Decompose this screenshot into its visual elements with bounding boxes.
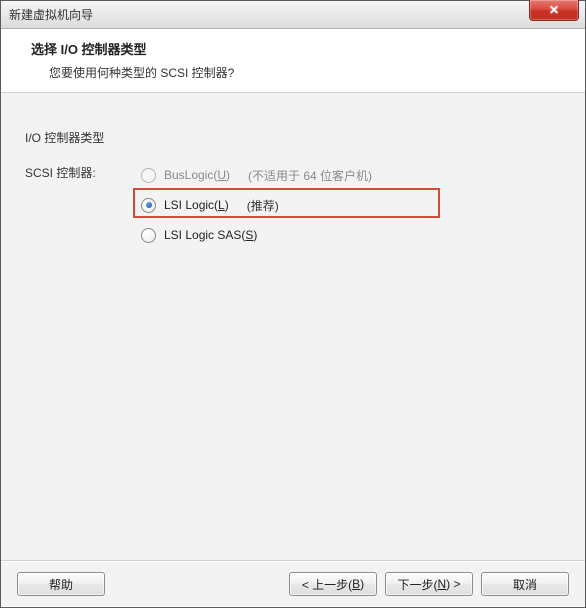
radio-option-buslogic[interactable]: BusLogic(U) (不适用于 64 位客户机): [141, 160, 561, 190]
help-button[interactable]: 帮助: [17, 572, 105, 596]
close-button[interactable]: ✕: [529, 0, 579, 21]
section-title: I/O 控制器类型: [25, 129, 561, 146]
radio-hint: (不适用于 64 位客户机): [248, 167, 372, 184]
next-button[interactable]: 下一步(N) >: [385, 572, 473, 596]
radio-icon: [141, 168, 156, 183]
page-title: 选择 I/O 控制器类型: [31, 39, 565, 58]
back-button[interactable]: < 上一步(B): [289, 572, 377, 596]
scsi-options: BusLogic(U) (不适用于 64 位客户机) LSI Logic(L) …: [141, 160, 561, 250]
radio-label: BusLogic(U): [164, 168, 230, 182]
header-panel: 选择 I/O 控制器类型 您要使用何种类型的 SCSI 控制器?: [1, 29, 585, 93]
radio-label: LSI Logic(L): [164, 198, 229, 212]
footer: 帮助 < 上一步(B) 下一步(N) > 取消: [1, 561, 585, 606]
radio-icon: [141, 228, 156, 243]
radio-option-lsi-logic-sas[interactable]: LSI Logic SAS(S): [141, 220, 561, 250]
radio-hint: (推荐): [247, 197, 279, 214]
cancel-button[interactable]: 取消: [481, 572, 569, 596]
scsi-controller-row: SCSI 控制器: BusLogic(U) (不适用于 64 位客户机) LSI…: [25, 160, 561, 250]
scsi-controller-label: SCSI 控制器:: [25, 160, 141, 181]
close-icon: ✕: [549, 4, 559, 16]
titlebar: 新建虚拟机向导 ✕: [1, 1, 585, 29]
body-panel: I/O 控制器类型 SCSI 控制器: BusLogic(U) (不适用于 64…: [1, 93, 585, 561]
radio-icon: [141, 198, 156, 213]
page-subtitle: 您要使用何种类型的 SCSI 控制器?: [31, 64, 565, 81]
window-title: 新建虚拟机向导: [9, 6, 93, 23]
radio-label: LSI Logic SAS(S): [164, 228, 257, 242]
radio-option-lsi-logic[interactable]: LSI Logic(L) (推荐): [141, 190, 561, 220]
wizard-window: 新建虚拟机向导 ✕ 选择 I/O 控制器类型 您要使用何种类型的 SCSI 控制…: [0, 0, 586, 608]
